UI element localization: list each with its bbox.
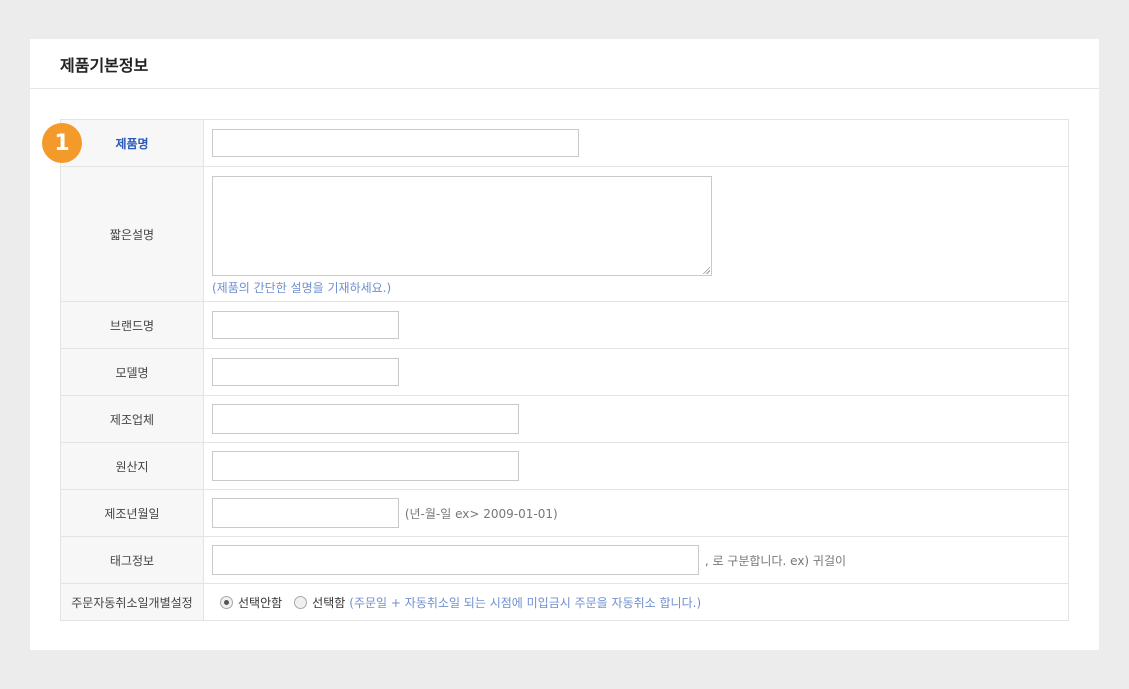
- row-mfg-date: 제조년월일 (년-월-일 ex> 2009-01-01): [60, 489, 1069, 537]
- radio-label-not-selected[interactable]: 선택안함: [238, 594, 282, 611]
- mfg-date-input[interactable]: [212, 498, 399, 528]
- auto-cancel-label: 주문자동취소일개별설정: [60, 583, 204, 621]
- radio-not-selected[interactable]: [220, 595, 233, 609]
- short-desc-label: 짧은설명: [60, 166, 204, 302]
- auto-cancel-hint: (주문일 + 자동취소일 되는 시점에 미입금시 주문을 자동취소 합니다.): [349, 595, 702, 610]
- row-auto-cancel: 주문자동취소일개별설정 선택안함 선택함 (주문일 + 자동취소일 되는 시점에…: [60, 583, 1069, 621]
- origin-label: 원산지: [60, 442, 204, 490]
- origin-input[interactable]: [212, 451, 519, 481]
- radio-selected[interactable]: [294, 595, 308, 609]
- row-origin: 원산지: [60, 442, 1069, 490]
- product-form: 제품명 짧은설명 (제품의 간단한 설명을 기재하세요.) 브랜드명 모델명 제…: [60, 119, 1069, 621]
- section-title: 제품기본정보: [30, 39, 1099, 89]
- brand-input[interactable]: [212, 311, 399, 339]
- manufacturer-label: 제조업체: [60, 395, 204, 443]
- short-desc-hint: (제품의 간단한 설명을 기재하세요.): [212, 281, 392, 295]
- short-desc-textarea[interactable]: [212, 176, 712, 276]
- product-basic-info-panel: 제품기본정보 1 제품명 짧은설명 (제품의 간단한 설명을 기재하세요.) 브…: [30, 39, 1099, 650]
- manufacturer-input[interactable]: [212, 404, 519, 434]
- row-brand: 브랜드명: [60, 301, 1069, 349]
- radio-label-selected[interactable]: 선택함: [312, 594, 345, 611]
- tags-hint: , 로 구분합니다. ex) 귀걸이: [704, 553, 847, 568]
- row-manufacturer: 제조업체: [60, 395, 1069, 443]
- row-tags: 태그정보 , 로 구분합니다. ex) 귀걸이: [60, 536, 1069, 584]
- mfg-date-hint: (년-월-일 ex> 2009-01-01): [404, 506, 558, 521]
- auto-cancel-radio-group: 선택안함 선택함 (주문일 + 자동취소일 되는 시점에 미입금시 주문을 자동…: [212, 594, 1067, 611]
- product-name-input[interactable]: [212, 129, 579, 157]
- row-product-name: 제품명: [60, 119, 1069, 167]
- row-model: 모델명: [60, 348, 1069, 396]
- tags-label: 태그정보: [60, 536, 204, 584]
- tags-input[interactable]: [212, 545, 699, 575]
- model-label: 모델명: [60, 348, 204, 396]
- brand-label: 브랜드명: [60, 301, 204, 349]
- model-input[interactable]: [212, 358, 399, 386]
- resize-grip-icon[interactable]: [702, 266, 710, 274]
- mfg-date-label: 제조년월일: [60, 489, 204, 537]
- row-short-desc: 짧은설명 (제품의 간단한 설명을 기재하세요.): [60, 166, 1069, 302]
- step-badge: 1: [42, 123, 82, 163]
